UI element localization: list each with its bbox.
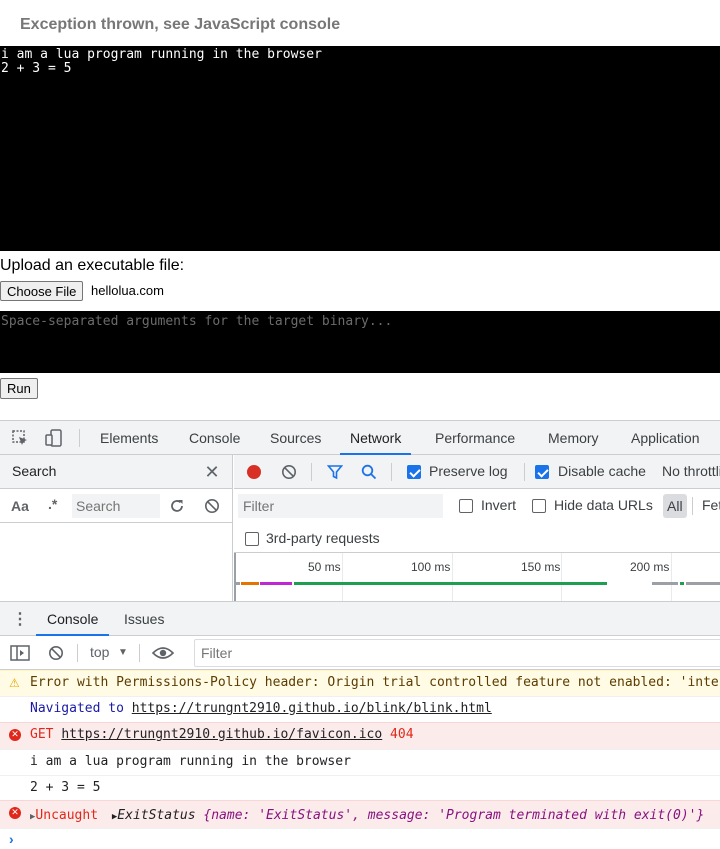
network-overview[interactable]: 50 ms 100 ms 150 ms 200 ms — [234, 553, 720, 601]
drawer-menu-icon[interactable]: ⋮ — [12, 610, 28, 628]
timeline-tick: 150 ms — [521, 560, 561, 574]
filter-all-button[interactable]: All — [663, 494, 687, 518]
timeline-tick: 50 ms — [308, 560, 341, 574]
refresh-icon[interactable] — [168, 497, 186, 515]
tab-performance[interactable]: Performance — [435, 421, 515, 455]
console-drawer: ⋮ Console Issues top ▼ ⚠ Error with Perm… — [0, 601, 720, 849]
clear-icon[interactable] — [203, 497, 221, 515]
selected-file-name: hellolua.com — [91, 283, 164, 298]
inspect-element-icon[interactable] — [10, 429, 30, 447]
navigated-link[interactable]: https://trungnt2910.github.io/blink/blin… — [132, 701, 492, 716]
exit-status-detail: {name: 'ExitStatus', message: 'Program t… — [203, 808, 705, 823]
regex-toggle[interactable]: .* — [48, 496, 57, 512]
network-filter-input[interactable] — [238, 494, 443, 518]
console-error-uncaught: ✕ ▶Uncaught ▶ExitStatus {name: 'ExitStat… — [0, 800, 720, 828]
choose-file-button[interactable]: Choose File — [0, 281, 84, 301]
disable-cache-checkbox[interactable] — [535, 465, 549, 479]
search-pane-title: Search — [12, 463, 57, 479]
error-icon: ✕ — [9, 729, 21, 741]
tab-application[interactable]: Application — [631, 421, 700, 455]
console-prompt[interactable]: › — [0, 828, 720, 849]
chevron-down-icon[interactable]: ▼ — [118, 645, 128, 659]
log-text: i am a lua program running in the browse… — [30, 754, 351, 769]
tab-elements[interactable]: Elements — [100, 421, 158, 455]
console-navigated: Navigated to https://trungnt2910.github.… — [0, 696, 720, 722]
match-case-toggle[interactable]: Aa — [11, 498, 29, 514]
tab-console[interactable]: Console — [189, 421, 240, 455]
record-icon[interactable] — [246, 464, 262, 480]
prompt-chevron-icon: › — [9, 831, 14, 847]
disable-cache-label: Disable cache — [558, 463, 646, 479]
upload-label: Upload an executable file: — [0, 257, 185, 274]
clear-console-icon[interactable] — [47, 644, 65, 662]
device-toolbar-icon[interactable] — [44, 429, 64, 447]
context-selector[interactable]: top — [90, 644, 109, 660]
third-party-checkbox[interactable] — [245, 532, 259, 546]
throttling-select[interactable]: No throttling — [662, 463, 720, 479]
console-error-get: ✕ GET https://trungnt2910.github.io/favi… — [0, 722, 720, 749]
third-party-label: 3rd-party requests — [266, 530, 380, 546]
favicon-link[interactable]: https://trungnt2910.github.io/favicon.ic… — [61, 727, 382, 742]
warning-icon: ⚠ — [9, 676, 20, 690]
navigated-prefix: Navigated to — [30, 701, 124, 716]
exit-status-object[interactable]: ExitStatus — [117, 808, 195, 823]
error-icon: ✕ — [9, 807, 21, 819]
preserve-log-label: Preserve log — [429, 463, 508, 479]
console-log: 2 + 3 = 5 — [0, 775, 720, 800]
filter-icon[interactable] — [327, 464, 343, 480]
devtools-tabbar: Elements Console Sources Network Perform… — [0, 421, 720, 455]
hide-data-urls-label: Hide data URLs — [554, 497, 653, 513]
invert-checkbox[interactable] — [459, 499, 473, 513]
clear-log-icon[interactable] — [281, 464, 297, 480]
get-method: GET — [30, 727, 54, 742]
console-filter-input[interactable] — [194, 639, 720, 667]
close-icon[interactable]: ✕ — [203, 462, 221, 482]
hide-data-urls-checkbox[interactable] — [532, 499, 546, 513]
search-pane: Search ✕ Aa .* — [0, 455, 233, 601]
status-code: 404 — [390, 727, 414, 742]
drawer-tab-console[interactable]: Console — [36, 602, 110, 636]
uncaught-label[interactable]: Uncaught — [35, 808, 98, 823]
network-pane: Preserve log Disable cache No throttling… — [234, 455, 720, 601]
invert-label: Invert — [481, 497, 517, 513]
tab-memory[interactable]: Memory — [548, 421, 599, 455]
console-warning: ⚠ Error with Permissions-Policy header: … — [0, 670, 720, 696]
status-message: Exception thrown, see JavaScript console — [20, 16, 341, 33]
devtools-panel: Elements Console Sources Network Perform… — [0, 420, 720, 849]
search-input[interactable] — [72, 494, 160, 518]
timeline-tick: 100 ms — [411, 560, 451, 574]
arguments-input[interactable] — [0, 311, 720, 373]
eye-icon[interactable] — [152, 644, 174, 662]
terminal-output: i am a lua program running in the browse… — [0, 46, 720, 251]
tab-sources[interactable]: Sources — [270, 421, 321, 455]
preserve-log-checkbox[interactable] — [407, 465, 421, 479]
warning-text: Error with Permissions-Policy header: Or… — [30, 675, 720, 690]
sidebar-toggle-icon[interactable] — [10, 644, 30, 662]
filter-fetch-button[interactable]: Fetch/XHR — [702, 497, 720, 513]
timeline-tick: 200 ms — [630, 560, 670, 574]
console-log: i am a lua program running in the browse… — [0, 749, 720, 775]
run-button[interactable]: Run — [0, 378, 38, 399]
tab-network[interactable]: Network — [340, 421, 412, 455]
log-text: 2 + 3 = 5 — [30, 780, 101, 795]
drawer-tab-issues[interactable]: Issues — [124, 602, 164, 636]
search-icon[interactable] — [361, 464, 377, 480]
